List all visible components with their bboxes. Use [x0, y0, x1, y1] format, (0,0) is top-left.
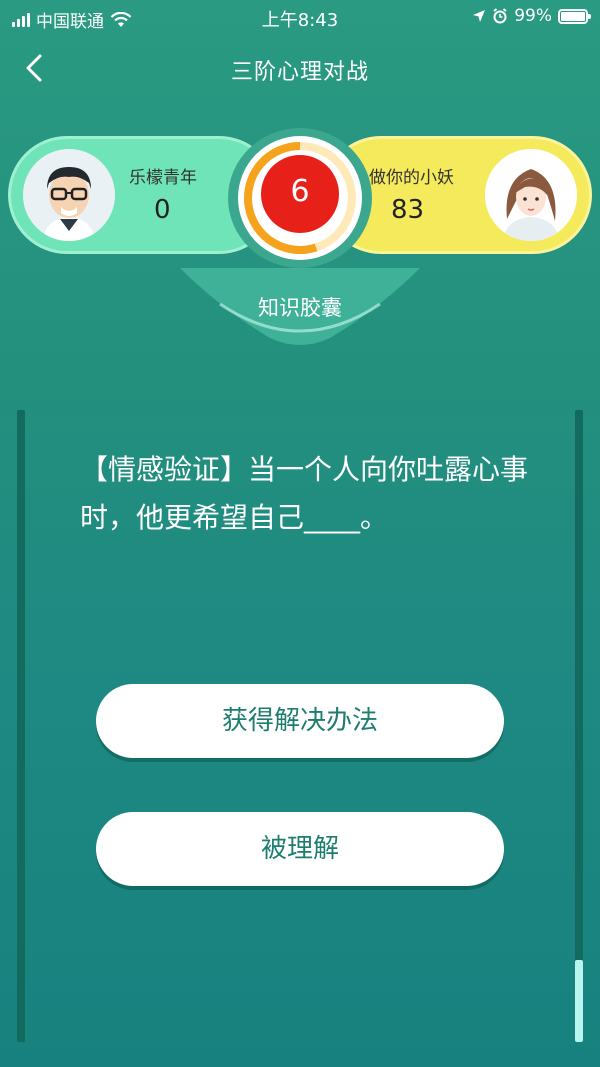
avatar: [23, 149, 115, 241]
alarm-icon: [493, 8, 507, 24]
status-right: 99%: [472, 6, 591, 26]
location-arrow-icon: [473, 10, 486, 22]
question-text: 【情感验证】当一个人向你吐露心事时，他更希望自己____。: [80, 453, 529, 534]
player-left-score: 0: [154, 195, 171, 225]
battery-percent: 99%: [514, 6, 552, 26]
player-right-avatar-icon: [485, 149, 577, 241]
question-progress-bar: [575, 410, 583, 1042]
progress-fill: [575, 959, 583, 1042]
timer-value: 6: [290, 174, 310, 209]
left-side-bar: [17, 410, 25, 1042]
avatar: [485, 149, 577, 241]
answer-option-2[interactable]: 被理解: [96, 812, 504, 886]
capsule-label: 知识胶囊: [258, 296, 342, 320]
battery-icon: [558, 8, 591, 24]
player-right-score: 83: [391, 195, 425, 225]
player-left-name: 乐檬青年: [129, 168, 197, 188]
page-title: 三阶心理对战: [230, 60, 369, 85]
battle-header: 乐檬青年 0 做你的小妖 83 6: [0, 128, 600, 268]
player-left-avatar-icon: [23, 149, 115, 241]
status-bar: 中国联通 上午8:43 99%: [0, 0, 600, 34]
knowledge-capsule[interactable]: 知识胶囊: [180, 268, 420, 352]
battery-fill: [561, 11, 585, 21]
answer-option-1[interactable]: 获得解决办法: [96, 684, 504, 758]
player-right-name: 做你的小妖: [369, 168, 454, 188]
nav-bar: 三阶心理对战: [0, 40, 600, 96]
countdown-timer: 6: [228, 128, 372, 268]
